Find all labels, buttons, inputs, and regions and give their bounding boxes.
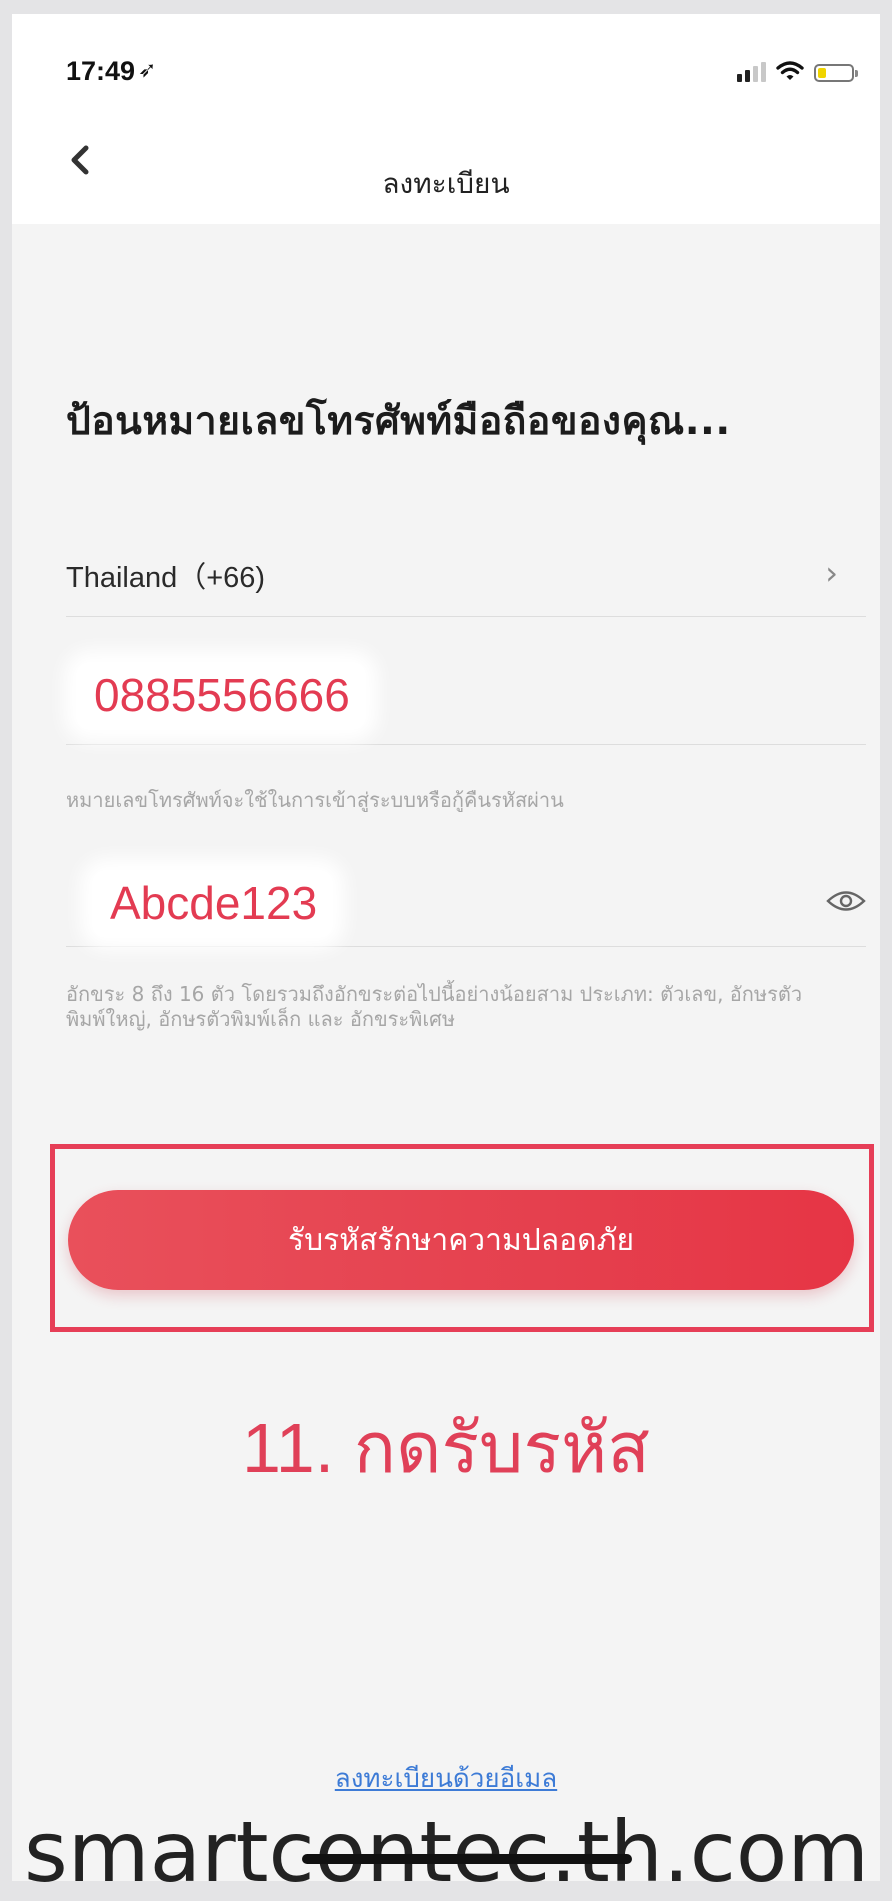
watermark-text: smartcontec.th.com xyxy=(24,1803,870,1901)
cellular-signal-icon xyxy=(737,60,766,82)
password-hint: อักขระ 8 ถึง 16 ตัว โดยรวมถึงอักขระต่อไป… xyxy=(66,982,803,1031)
chevron-right-icon: › xyxy=(825,554,838,592)
register-with-email-link[interactable]: ลงทะเบียนด้วยอีเมล xyxy=(12,1758,880,1799)
password-field[interactable]: Abcde123 xyxy=(66,856,866,947)
phone-input-value[interactable]: 0885556666 xyxy=(76,662,366,730)
phone-screen: 17:49 ➶ ลงทะเบียน ป้อนหมายเลขโทรศัพท์มือ… xyxy=(12,14,880,1881)
status-icons xyxy=(737,60,858,82)
location-arrow-icon: ➶ xyxy=(138,58,157,83)
status-bar: 17:49 ➶ xyxy=(12,14,880,94)
form-heading: ป้อนหมายเลขโทรศัพท์มือถือของคุณ... xyxy=(66,399,731,444)
annotation-step-label: 11. กดรับรหัส xyxy=(242,1409,650,1487)
wifi-icon xyxy=(776,61,804,80)
nav-bar: ลงทะเบียน xyxy=(12,94,880,224)
phone-hint: หมายเลขโทรศัพท์จะใช้ในการเข้าสู่ระบบหรือ… xyxy=(66,788,564,812)
battery-level xyxy=(818,68,826,78)
country-selector[interactable]: Thailand（+66) › xyxy=(66,534,866,617)
get-security-code-button[interactable]: รับรหัสรักษาความปลอดภัย xyxy=(68,1190,854,1290)
home-indicator xyxy=(302,1854,632,1864)
battery-icon xyxy=(814,64,858,82)
page-title: ลงทะเบียน xyxy=(382,167,510,200)
password-input-value[interactable]: Abcde123 xyxy=(92,870,334,938)
phone-field[interactable]: 0885556666 xyxy=(66,654,866,745)
status-time: 17:49 xyxy=(66,56,136,86)
eye-icon[interactable] xyxy=(826,888,866,914)
get-security-code-label: รับรหัสรักษาความปลอดภัย xyxy=(287,1222,635,1258)
country-label: Thailand（+66) xyxy=(66,562,266,594)
